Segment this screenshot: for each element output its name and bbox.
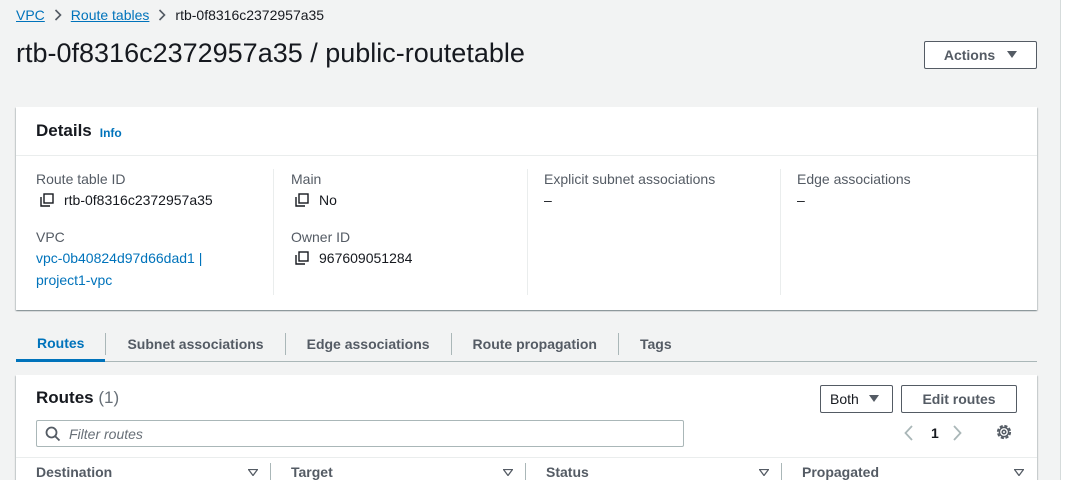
- tab-subnet-associations[interactable]: Subnet associations: [106, 326, 284, 361]
- routes-count: (1): [98, 388, 120, 407]
- chevron-right-icon[interactable]: [950, 423, 966, 443]
- main-label: Main: [291, 171, 322, 187]
- page-scrollbar[interactable]: [1060, 0, 1069, 480]
- explicit-subnet-value: –: [544, 192, 552, 208]
- page-title: rtb-0f8316c2372957a35 / public-routetabl…: [16, 38, 525, 68]
- settings-icon[interactable]: [995, 423, 1013, 441]
- main-text: No: [319, 192, 337, 208]
- route-table-id-label: Route table ID: [36, 171, 126, 187]
- sort-icon[interactable]: [247, 467, 259, 479]
- chevron-right-icon: [54, 9, 62, 21]
- column-target[interactable]: Target: [271, 458, 526, 480]
- copy-icon[interactable]: [40, 193, 54, 207]
- owner-id-text: 967609051284: [319, 250, 413, 266]
- details-grid: Route table ID rtb-0f8316c2372957a35 VPC…: [16, 157, 1037, 310]
- sort-icon[interactable]: [1013, 467, 1025, 479]
- chevron-left-icon[interactable]: [900, 423, 916, 443]
- edge-associations-label: Edge associations: [797, 171, 911, 187]
- column-target-label: Target: [291, 464, 333, 480]
- sort-icon[interactable]: [502, 467, 514, 479]
- details-column-2: Main No Owner ID 967609051284: [273, 169, 527, 295]
- main-value: No: [291, 189, 527, 211]
- actions-button[interactable]: Actions: [924, 41, 1037, 69]
- route-table-id-text: rtb-0f8316c2372957a35: [64, 192, 213, 208]
- breadcrumb-route-tables[interactable]: Route tables: [71, 7, 150, 23]
- owner-id-label: Owner ID: [291, 229, 351, 245]
- routes-panel: Routes (1) Both Edit routes 1: [16, 375, 1037, 480]
- column-propagated-label: Propagated: [802, 464, 880, 480]
- details-heading: Details: [36, 121, 92, 140]
- tabs-bar: Routes Subnet associations Edge associat…: [16, 326, 1037, 362]
- filter-routes-field[interactable]: [36, 420, 684, 447]
- details-panel: Details Info Route table ID rtb-0f8316c2…: [16, 107, 1037, 310]
- tab-route-propagation[interactable]: Route propagation: [452, 326, 618, 361]
- copy-icon[interactable]: [295, 193, 309, 207]
- breadcrumb-vpc[interactable]: VPC: [16, 7, 45, 23]
- routes-title-text: Routes: [36, 388, 94, 407]
- vpc-link-line2[interactable]: project1-vpc: [36, 269, 273, 291]
- caret-down-icon: [1007, 50, 1018, 61]
- column-propagated[interactable]: Propagated: [782, 458, 1037, 480]
- explicit-subnet-label: Explicit subnet associations: [544, 171, 716, 187]
- routes-title: Routes (1): [36, 388, 119, 408]
- info-link[interactable]: Info: [100, 126, 122, 140]
- column-status[interactable]: Status: [526, 458, 782, 480]
- actions-label: Actions: [943, 47, 996, 63]
- caret-down-icon: [868, 394, 879, 405]
- tab-tags[interactable]: Tags: [619, 326, 693, 361]
- route-filter-selected: Both: [830, 391, 859, 407]
- details-column-3: Explicit subnet associations –: [527, 169, 780, 295]
- details-header: Details Info: [16, 107, 1037, 156]
- chevron-right-icon: [158, 9, 167, 21]
- edge-associations-value: –: [797, 192, 805, 208]
- tab-routes[interactable]: Routes: [16, 326, 106, 362]
- owner-id-value: 967609051284: [291, 247, 527, 269]
- column-destination-label: Destination: [36, 464, 113, 480]
- copy-icon[interactable]: [295, 251, 309, 265]
- column-status-label: Status: [546, 464, 589, 480]
- page-number[interactable]: 1: [931, 425, 939, 441]
- filter-routes-input[interactable]: [69, 425, 669, 442]
- details-column-1: Route table ID rtb-0f8316c2372957a35 VPC…: [36, 169, 273, 295]
- vpc-label: VPC: [36, 229, 65, 245]
- page: VPC Route tables rtb-0f8316c2372957a35 r…: [0, 0, 1060, 480]
- breadcrumb: VPC Route tables rtb-0f8316c2372957a35: [16, 6, 324, 24]
- edit-routes-button[interactable]: Edit routes: [901, 385, 1017, 413]
- tab-edge-associations[interactable]: Edge associations: [286, 326, 451, 361]
- column-destination[interactable]: Destination: [16, 458, 271, 480]
- pagination: 1: [900, 421, 966, 445]
- breadcrumb-current: rtb-0f8316c2372957a35: [175, 7, 325, 23]
- route-filter-select[interactable]: Both: [820, 385, 893, 413]
- routes-table-header: Destination Target Status Propagated: [16, 457, 1037, 480]
- vpc-link-line1[interactable]: vpc-0b40824d97d66dad1 |: [36, 247, 273, 269]
- route-table-id-value: rtb-0f8316c2372957a35: [36, 189, 273, 211]
- search-icon: [45, 426, 61, 442]
- sort-icon[interactable]: [758, 467, 770, 479]
- details-column-4: Edge associations –: [780, 169, 1020, 295]
